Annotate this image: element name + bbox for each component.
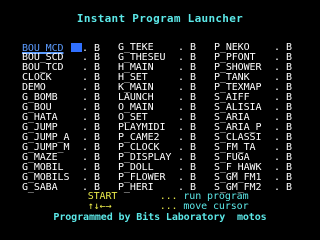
launcher-screen: Instant Program Launcher BOU_MCD. B BOU_SC… [0, 0, 320, 240]
file-column-1: BOU_MCD. B BOU_SCD. B BOU_TCD. B CLOCK. B DEMO. B… [22, 43, 100, 193]
credits-footer: Programmed by Bits Laboratory motos [53, 212, 267, 223]
selection-cursor-icon [71, 43, 82, 52]
file-ext-dot: . [274, 182, 280, 193]
app-title: Instant Program Launcher [76, 12, 244, 25]
file-column-3: P_NEKO. B P_PFONT. B P_SHOWER. B P_TANK. B P_TEX… [214, 43, 292, 193]
file-extension: B [286, 182, 292, 193]
arrow-keys-label: ↑↓←→ [87, 201, 112, 212]
file-column-2: G_TEKE. B G_THESEU. B H_MAIN. B H_SET. B K_MAIN.… [118, 43, 196, 193]
help-dots: ... [159, 201, 178, 212]
move-cursor-text: move cursor [183, 201, 249, 212]
